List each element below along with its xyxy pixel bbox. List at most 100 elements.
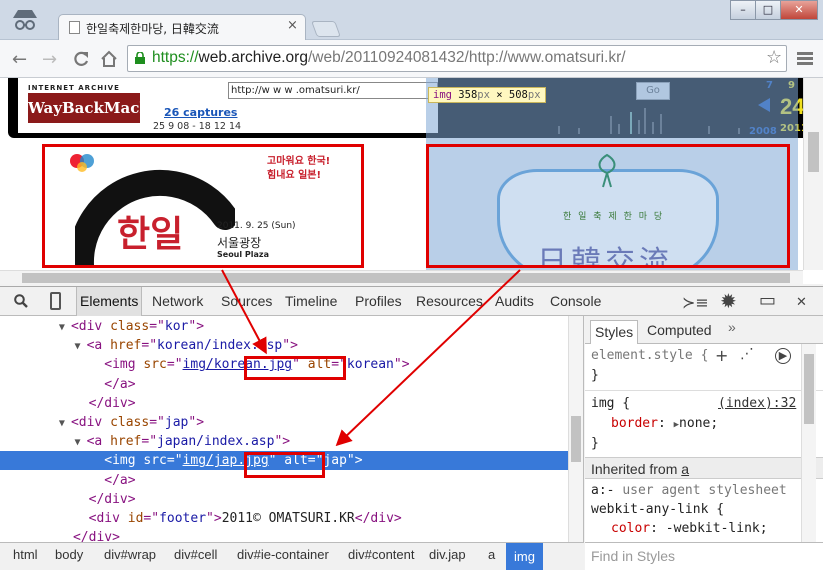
expand-triangle-icon[interactable]: ▼ (59, 322, 65, 333)
attr-value: jap (323, 453, 347, 469)
event-place: 서울광장 (217, 236, 262, 250)
tab-elements[interactable]: Elements (76, 287, 143, 316)
tab-console[interactable]: Console (550, 293, 601, 309)
dock-side-icon[interactable]: ▭ (759, 290, 776, 311)
breadcrumb-item[interactable]: div#cell (174, 547, 217, 562)
dom-node[interactable]: ▼ <a href="korean/index.asp"> (0, 336, 568, 355)
address-bar[interactable]: https://web.archive.org/web/201109240814… (127, 45, 787, 72)
tab-network[interactable]: Network (152, 293, 203, 309)
breadcrumb-item[interactable]: div#content (348, 547, 415, 562)
captures-link[interactable]: 26 captures (164, 106, 237, 119)
ua-rule-selector: a:- user agent stylesheet (591, 483, 787, 498)
add-rule-icon[interactable]: + (715, 346, 728, 365)
window-titlebar: 한일축제한마당, 日韓交流 × – □ ✕ (0, 0, 823, 41)
dom-scroll-thumb[interactable] (571, 416, 581, 462)
wayback-panel: INTERNET ARCHIVE WayBackMachine http://w… (18, 78, 438, 133)
korean-banner-image[interactable]: 고마워요 한국! 힘내요 일본! 한일 2011. 9. 25 (Sun) 서울… (42, 144, 364, 268)
element-style-rule[interactable]: element.style { (591, 348, 708, 363)
cheer-japan-text: 힘내요 일본! (267, 170, 322, 181)
dom-node[interactable]: ▼ <div class="kor"> (0, 317, 568, 336)
korean-src-annotation (244, 356, 346, 380)
tab-title: 한일축제한마당, 日韓交流 (86, 22, 219, 36)
more-tabs-icon[interactable]: » (728, 319, 736, 335)
reload-icon[interactable] (72, 50, 90, 68)
dom-node[interactable]: </div> (0, 490, 568, 509)
dom-node[interactable]: ▼ <div class="jap"> (0, 413, 568, 432)
tab-computed[interactable]: Computed (647, 322, 712, 338)
page-horizontal-scrollbar[interactable] (0, 270, 803, 284)
maximize-button[interactable]: □ (755, 0, 781, 20)
element-style-close: } (591, 368, 599, 383)
lock-icon (135, 52, 145, 64)
breadcrumb-item[interactable]: img (506, 543, 543, 570)
device-mode-icon[interactable] (50, 292, 61, 310)
breadcrumb-item[interactable]: div#ie-container (237, 547, 329, 562)
back-icon[interactable]: ← (12, 49, 27, 70)
tab-audits[interactable]: Audits (495, 293, 534, 309)
ua-rule-selector-cont: webkit-any-link { (591, 502, 725, 517)
thanks-korea-text: 고마워요 한국! (267, 156, 331, 167)
breadcrumb-item[interactable]: div#wrap (104, 547, 156, 562)
wayback-url-input[interactable]: http://w w w .omatsuri.kr/ (228, 82, 438, 99)
home-icon[interactable] (100, 50, 118, 68)
page-vertical-scrollbar[interactable] (803, 78, 823, 270)
tab-profiles[interactable]: Profiles (355, 293, 402, 309)
console-drawer-icon[interactable]: ≻≡ (682, 293, 709, 312)
tab-timeline[interactable]: Timeline (285, 293, 337, 309)
toggle-state-icon[interactable]: ⋰ (740, 346, 754, 362)
devtools-toolbar: Elements Network Sources Timeline Profiles Re… (0, 286, 823, 316)
incognito-avatar-icon[interactable] (10, 6, 40, 34)
attr-value: japan/index.asp (157, 434, 275, 450)
close-window-button[interactable]: ✕ (780, 0, 818, 20)
japanese-banner-image[interactable]: 한 일 축 제 한 마 당 日韓交流 (426, 144, 790, 268)
tab-sources[interactable]: Sources (221, 293, 272, 309)
breadcrumb-item[interactable]: html (13, 547, 38, 562)
wayback-logo[interactable]: WayBackMachine (28, 93, 176, 123)
page-hscroll-thumb[interactable] (22, 273, 790, 283)
dom-node[interactable]: </div> (0, 528, 568, 542)
minimize-button[interactable]: – (730, 0, 756, 20)
close-devtools-icon[interactable]: ✕ (796, 295, 807, 310)
attr-value: korean/index.asp (157, 338, 283, 354)
tab-resources[interactable]: Resources (416, 293, 483, 309)
new-tab-button[interactable] (311, 21, 341, 37)
color-declaration: color: -webkit-link; (611, 521, 768, 536)
inspect-search-icon[interactable] (14, 294, 28, 308)
styles-tabs: Styles Computed » (585, 316, 823, 344)
dom-vertical-scrollbar[interactable] (568, 316, 583, 542)
img-rule-selector[interactable]: img { (591, 396, 630, 411)
attr-value: jap (164, 415, 189, 430)
border-declaration[interactable]: border: ▶none; (611, 416, 718, 431)
hanil-calligraphy: 한일 (117, 213, 184, 255)
forward-icon[interactable]: → (42, 49, 57, 70)
animations-icon[interactable]: ▶ (775, 348, 791, 364)
img-rule-close: } (591, 436, 599, 451)
breadcrumb-item[interactable]: div.jap (429, 547, 466, 562)
festival-kanji-text: 日韓交流 (537, 245, 673, 268)
styles-vertical-scrollbar[interactable] (801, 344, 816, 542)
tab-styles[interactable]: Styles (590, 320, 639, 344)
rule-source-link[interactable]: (index):32 (718, 396, 796, 411)
url-text[interactable]: https://web.archive.org/web/201109240814… (152, 49, 626, 67)
styles-scroll-thumb[interactable] (804, 354, 814, 424)
event-date: 2011. 9. 25 (Sun) (217, 221, 296, 231)
page-scroll-thumb[interactable] (808, 132, 819, 172)
breadcrumb-item[interactable]: body (55, 547, 83, 562)
dom-node[interactable]: ▼ <a href="japan/index.asp"> (0, 432, 568, 451)
expand-triangle-icon[interactable]: ▼ (75, 437, 81, 448)
festival-korean-text: 한 일 축 제 한 마 당 (563, 212, 665, 222)
chrome-menu-icon[interactable] (797, 52, 813, 66)
breadcrumb-item[interactable]: a (488, 547, 495, 562)
dom-node[interactable]: </div> (0, 394, 568, 413)
dom-node[interactable]: <div id="footer">2011© OMATSURI.KR</div> (0, 509, 568, 528)
inherited-from-link[interactable]: a (681, 461, 689, 477)
expand-triangle-icon[interactable]: ▼ (75, 341, 81, 352)
expand-triangle-icon[interactable]: ▼ (59, 418, 65, 429)
tab-close-icon[interactable]: × (287, 18, 298, 33)
browser-tab[interactable]: 한일축제한마당, 日韓交流 × (58, 14, 306, 41)
bookmark-star-icon[interactable]: ☆ (766, 47, 782, 68)
settings-gear-icon[interactable]: ✹ (720, 289, 737, 313)
element-size-tooltip: img 358px × 508px (428, 87, 546, 103)
inherited-section-header: Inherited from a (585, 457, 823, 479)
find-in-styles-input[interactable]: Find in Styles (585, 542, 823, 570)
